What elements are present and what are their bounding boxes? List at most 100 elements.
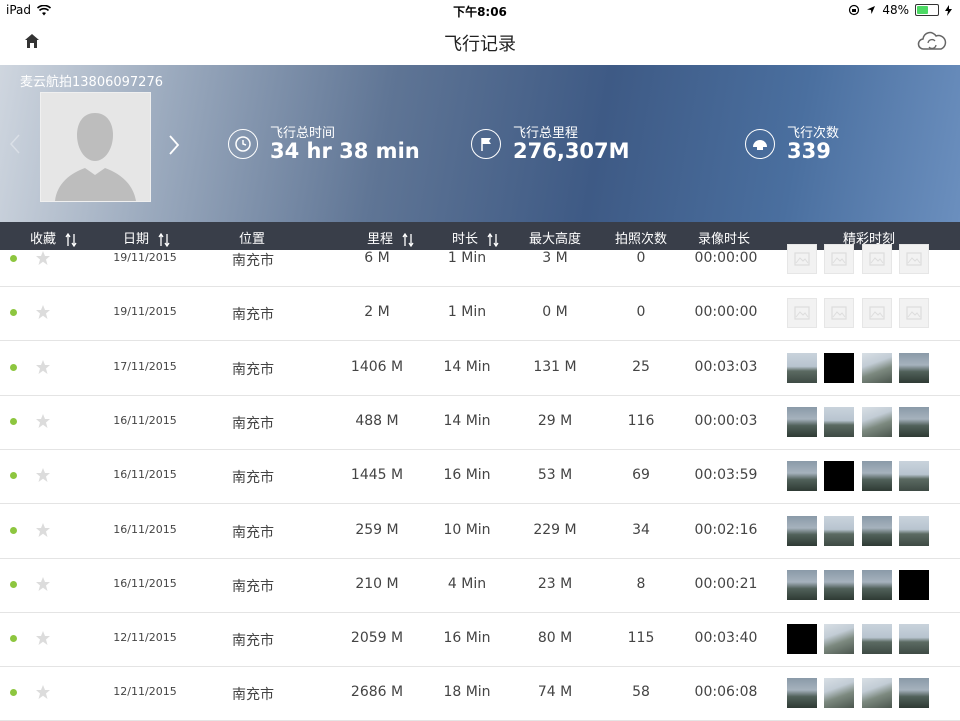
row-photos: 0	[636, 250, 646, 266]
star-icon[interactable]	[35, 522, 51, 538]
status-time: 下午8:06	[453, 5, 507, 19]
row-distance: 1445 M	[350, 467, 404, 484]
row-date: 16/11/2015	[113, 468, 177, 482]
row-altitude: 0 M	[542, 304, 568, 321]
star-icon[interactable]	[35, 250, 51, 266]
row-video: 00:00:00	[694, 250, 758, 266]
star-icon[interactable]	[35, 684, 51, 700]
highlight-thumbnail[interactable]	[862, 352, 892, 383]
highlight-thumbnail[interactable]	[787, 406, 817, 437]
row-distance: 1406 M	[350, 358, 404, 375]
highlight-thumbnail[interactable]	[899, 678, 929, 709]
highlight-thumbnail[interactable]	[787, 461, 817, 492]
highlight-thumbnail[interactable]	[787, 569, 817, 600]
prev-arrow-icon[interactable]	[8, 133, 22, 155]
highlight-thumbnail[interactable]	[824, 569, 854, 600]
username: 麦云航拍13806097276	[20, 75, 163, 90]
highlight-thumbnail[interactable]	[824, 406, 854, 437]
row-video: 00:03:59	[694, 467, 758, 484]
highlight-thumbnail[interactable]	[862, 515, 892, 546]
battery-percent: 48%	[882, 3, 909, 17]
row-video: 00:06:08	[694, 684, 758, 701]
table-row[interactable]: 16/11/2015 南充市 259 M 10 Min 229 M 34 00:02:16	[0, 504, 960, 559]
table-row[interactable]: 12/11/2015 南充市 2059 M 16 Min 80 M 115 00:03:40	[0, 612, 960, 668]
highlight-thumbnail[interactable]	[899, 461, 929, 492]
drone-icon	[745, 129, 775, 159]
stat-value: 339	[787, 139, 831, 163]
highlight-thumbnail[interactable]	[824, 352, 854, 383]
profile-banner: 麦云航拍13806097276 飞行总时间 34 hr 38 min 飞行总里程…	[0, 65, 960, 222]
row-location: 南充市	[232, 524, 274, 541]
highlight-thumbnail[interactable]	[787, 515, 817, 546]
row-date: 12/11/2015	[113, 685, 177, 699]
highlight-thumbnail[interactable]	[824, 624, 854, 655]
placeholder-image-icon[interactable]	[862, 298, 892, 329]
row-duration: 16 Min	[443, 630, 491, 647]
highlight-thumbnail[interactable]	[862, 624, 892, 655]
star-icon[interactable]	[35, 304, 51, 320]
highlight-thumbnail[interactable]	[862, 406, 892, 437]
placeholder-image-icon[interactable]	[787, 298, 817, 329]
highlight-thumbnail[interactable]	[787, 678, 817, 709]
status-dot	[10, 472, 17, 480]
table-row[interactable]: 19/11/2015 南充市 6 M 1 Min 3 M 0 00:00:00	[0, 232, 960, 287]
location-arrow-icon	[867, 6, 876, 14]
star-icon[interactable]	[35, 576, 51, 592]
star-icon[interactable]	[35, 359, 51, 375]
next-arrow-icon[interactable]	[166, 133, 182, 157]
table-row[interactable]: 16/11/2015 南充市 1445 M 16 Min 53 M 69 00:03:59	[0, 449, 960, 505]
status-dot	[10, 635, 17, 643]
row-location: 南充市	[232, 415, 274, 432]
row-distance: 210 M	[355, 575, 399, 592]
row-location: 南充市	[232, 687, 274, 704]
placeholder-image-icon[interactable]	[899, 244, 929, 274]
placeholder-image-icon[interactable]	[787, 244, 817, 274]
star-icon[interactable]	[35, 467, 51, 483]
table-row[interactable]: 16/11/2015 南充市 210 M 4 Min 23 M 8 00:00:21	[0, 558, 960, 613]
table-row[interactable]: 19/11/2015 南充市 2 M 1 Min 0 M 0 00:00:00	[0, 286, 960, 342]
avatar[interactable]	[40, 92, 151, 202]
placeholder-image-icon[interactable]	[824, 244, 854, 274]
star-icon[interactable]	[35, 413, 51, 429]
status-dot	[10, 689, 17, 697]
row-video: 00:03:40	[694, 630, 758, 647]
row-duration: 1 Min	[447, 250, 487, 266]
row-altitude: 3 M	[542, 250, 568, 266]
highlight-thumbnail[interactable]	[862, 569, 892, 600]
placeholder-image-icon[interactable]	[824, 298, 854, 329]
row-duration: 14 Min	[443, 412, 491, 429]
table-row[interactable]: 17/11/2015 南充市 1406 M 14 Min 131 M 25 00:03:03	[0, 341, 960, 396]
row-video: 00:03:03	[694, 358, 758, 375]
highlight-thumbnail[interactable]	[899, 352, 929, 383]
highlight-thumbnail[interactable]	[899, 569, 929, 600]
row-altitude: 23 M	[537, 575, 573, 592]
orientation-lock-icon	[849, 4, 860, 16]
row-distance: 2686 M	[350, 684, 404, 701]
highlight-thumbnail[interactable]	[862, 461, 892, 492]
row-date: 16/11/2015	[113, 413, 177, 427]
row-date: 12/11/2015	[113, 631, 177, 645]
highlight-thumbnail[interactable]	[899, 406, 929, 437]
row-video: 00:00:00	[694, 304, 758, 321]
row-location: 南充市	[232, 633, 274, 650]
placeholder-image-icon[interactable]	[899, 298, 929, 329]
row-altitude: 131 M	[533, 358, 577, 375]
highlight-thumbnail[interactable]	[824, 515, 854, 546]
status-dot	[10, 255, 17, 262]
highlight-thumbnail[interactable]	[824, 461, 854, 492]
table-row[interactable]: 16/11/2015 南充市 488 M 14 Min 29 M 116 00:00:03	[0, 395, 960, 450]
highlight-thumbnail[interactable]	[824, 678, 854, 709]
row-date: 19/11/2015	[113, 305, 177, 319]
highlight-thumbnail[interactable]	[787, 352, 817, 383]
status-bar: iPad 下午8:06 48%	[0, 0, 960, 20]
row-distance: 2059 M	[350, 630, 404, 647]
highlight-thumbnail[interactable]	[899, 624, 929, 655]
star-icon[interactable]	[35, 630, 51, 646]
highlight-thumbnail[interactable]	[862, 678, 892, 709]
row-distance: 259 M	[355, 521, 399, 538]
sync-button[interactable]	[916, 28, 948, 54]
highlight-thumbnail[interactable]	[787, 624, 817, 655]
table-row[interactable]: 12/11/2015 南充市 2686 M 18 Min 74 M 58 00:06:08	[0, 666, 960, 721]
placeholder-image-icon[interactable]	[862, 244, 892, 274]
highlight-thumbnail[interactable]	[899, 515, 929, 546]
